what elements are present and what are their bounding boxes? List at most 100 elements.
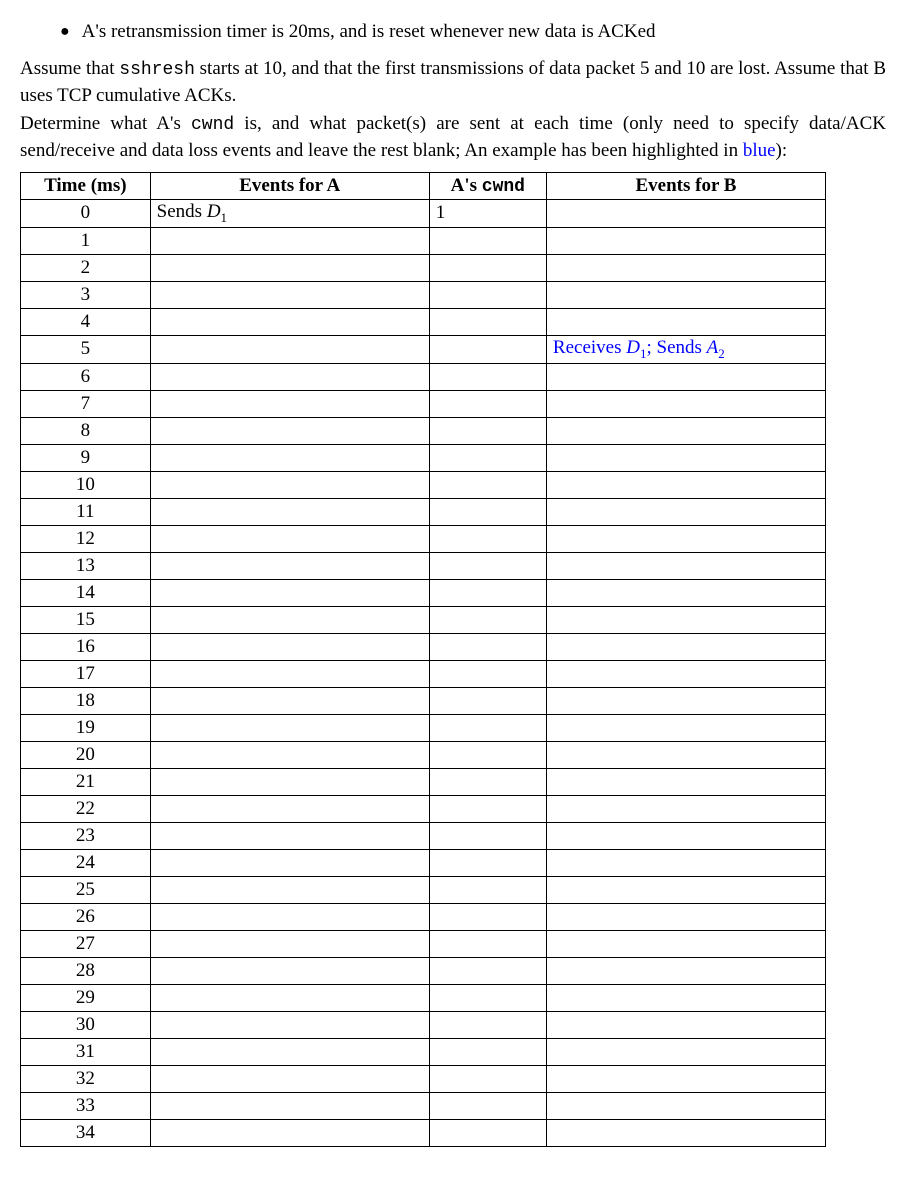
para2-code: cwnd	[191, 115, 234, 135]
cell-time: 27	[21, 930, 151, 957]
cell-cwnd	[429, 687, 546, 714]
table-row: 12	[21, 525, 826, 552]
cell-cwnd	[429, 498, 546, 525]
cell-events-a	[150, 687, 429, 714]
cell-events-b	[546, 444, 825, 471]
cell-cwnd	[429, 390, 546, 417]
cell-time: 18	[21, 687, 151, 714]
cell-events-b	[546, 1038, 825, 1065]
table-row: 31	[21, 1038, 826, 1065]
cell-events-b	[546, 984, 825, 1011]
table-row: 13	[21, 552, 826, 579]
cell-cwnd	[429, 606, 546, 633]
cell-events-a	[150, 984, 429, 1011]
table-row: 24	[21, 849, 826, 876]
cell-events-a	[150, 1065, 429, 1092]
cell-time: 34	[21, 1119, 151, 1146]
cell-cwnd	[429, 714, 546, 741]
cell-events-a	[150, 417, 429, 444]
para1-code: sshresh	[119, 60, 195, 80]
cell-events-a	[150, 579, 429, 606]
cell-events-b	[546, 390, 825, 417]
cell-cwnd	[429, 984, 546, 1011]
cell-time: 4	[21, 308, 151, 335]
cell-time: 11	[21, 498, 151, 525]
cell-events-a	[150, 281, 429, 308]
cell-events-a	[150, 308, 429, 335]
cwnd-table: Time (ms) Events for A A's cwnd Events f…	[20, 172, 826, 1147]
cell-events-b	[546, 660, 825, 687]
cell-events-b	[546, 281, 825, 308]
cell-time: 16	[21, 633, 151, 660]
cell-time: 28	[21, 957, 151, 984]
cell-cwnd	[429, 633, 546, 660]
cell-cwnd	[429, 1119, 546, 1146]
cell-events-a	[150, 741, 429, 768]
bullet-item: ● A's retransmission timer is 20ms, and …	[60, 20, 886, 44]
cell-time: 22	[21, 795, 151, 822]
table-row: 25	[21, 876, 826, 903]
cell-events-b	[546, 741, 825, 768]
cell-time: 14	[21, 579, 151, 606]
cell-events-a	[150, 606, 429, 633]
cell-events-a	[150, 633, 429, 660]
cell-cwnd	[429, 1065, 546, 1092]
table-row: 2	[21, 254, 826, 281]
cell-events-a	[150, 660, 429, 687]
cell-time: 5	[21, 335, 151, 363]
cell-cwnd	[429, 849, 546, 876]
cell-cwnd	[429, 1011, 546, 1038]
cell-events-a	[150, 471, 429, 498]
table-row: 33	[21, 1092, 826, 1119]
cell-cwnd	[429, 254, 546, 281]
table-row: 3	[21, 281, 826, 308]
table-row: 15	[21, 606, 826, 633]
table-row: 30	[21, 1011, 826, 1038]
cell-events-a	[150, 525, 429, 552]
cell-time: 33	[21, 1092, 151, 1119]
table-row: 22	[21, 795, 826, 822]
cell-events-b	[546, 552, 825, 579]
cell-events-a	[150, 335, 429, 363]
cell-events-b: Receives D1; Sends A2	[546, 335, 825, 363]
cell-time: 20	[21, 741, 151, 768]
header-cwnd: A's cwnd	[429, 173, 546, 200]
cell-events-b	[546, 957, 825, 984]
table-row: 11	[21, 498, 826, 525]
cell-time: 1	[21, 227, 151, 254]
cell-events-b	[546, 227, 825, 254]
cell-cwnd	[429, 335, 546, 363]
cell-events-a	[150, 714, 429, 741]
cell-events-b	[546, 795, 825, 822]
cell-cwnd	[429, 281, 546, 308]
cell-events-a	[150, 795, 429, 822]
table-row: 0Sends D11	[21, 200, 826, 228]
cell-time: 30	[21, 1011, 151, 1038]
cell-time: 8	[21, 417, 151, 444]
cell-events-a	[150, 254, 429, 281]
cell-cwnd	[429, 227, 546, 254]
cell-time: 15	[21, 606, 151, 633]
table-header-row: Time (ms) Events for A A's cwnd Events f…	[21, 173, 826, 200]
cell-events-b	[546, 525, 825, 552]
table-row: 32	[21, 1065, 826, 1092]
table-row: 28	[21, 957, 826, 984]
table-row: 19	[21, 714, 826, 741]
cell-events-a	[150, 1092, 429, 1119]
cell-events-b	[546, 1065, 825, 1092]
cell-time: 13	[21, 552, 151, 579]
cell-events-a	[150, 444, 429, 471]
cell-time: 3	[21, 281, 151, 308]
cell-time: 26	[21, 903, 151, 930]
cell-cwnd	[429, 930, 546, 957]
cell-events-b	[546, 687, 825, 714]
cell-events-a	[150, 903, 429, 930]
cell-cwnd	[429, 525, 546, 552]
cell-cwnd	[429, 1092, 546, 1119]
table-row: 34	[21, 1119, 826, 1146]
cell-time: 9	[21, 444, 151, 471]
table-row: 7	[21, 390, 826, 417]
cell-time: 29	[21, 984, 151, 1011]
cell-cwnd	[429, 579, 546, 606]
cell-events-b	[546, 714, 825, 741]
